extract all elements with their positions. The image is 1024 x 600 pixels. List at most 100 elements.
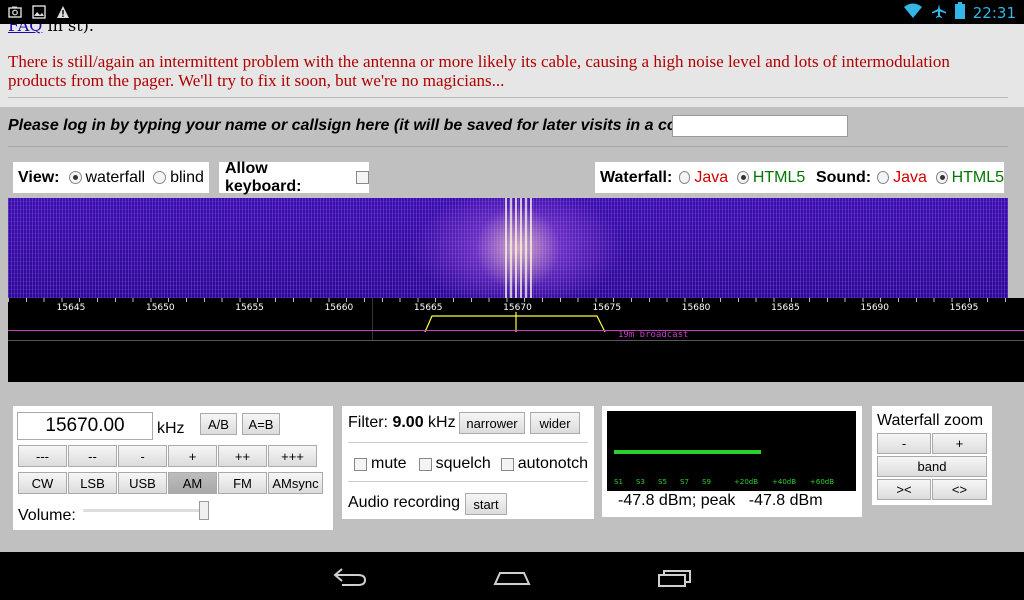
mode-am-button[interactable]: AM [168,472,217,494]
frequency-input[interactable]: 15670.00 [17,412,153,440]
step-down-3-button[interactable]: --- [18,445,67,467]
recent-apps-icon[interactable] [655,566,695,592]
s-meter-panel: S1 S3 S5 S7 S9 +20dB +40dB +60dB -47.8 d… [602,406,862,517]
image-icon [32,4,46,19]
scale-minor-ticks [8,298,1008,302]
audio-options: mute squelch autonotch [354,455,588,473]
s-meter-label-40db: +40dB [772,478,797,486]
keyboard-label: Allow keyboard: [225,159,302,195]
view-waterfall-label: waterfall [85,168,146,186]
waterfall-java-label: Java [694,168,729,186]
ab-button[interactable]: A/B [200,413,237,435]
battery-icon [954,2,965,23]
signal-readout: -47.8 dBm; peak -47.8 dBm [618,492,823,509]
s-meter-label-60db: +60dB [810,478,835,486]
keyboard-panel: Allow keyboard: [219,159,369,195]
antenna-notice: There is still/again an intermittent pro… [8,52,950,90]
render-panel: Waterfall: Java HTML5 Sound: Java HTML5 [595,162,1004,193]
back-icon[interactable] [330,566,370,592]
autonotch-checkbox[interactable] [500,457,514,471]
divider [348,442,588,443]
signal-carrier-lines [505,198,535,298]
sound-html5-radio[interactable] [935,171,948,184]
webpage: FAQ in st). There is still/again an inte… [0,24,1024,552]
zoom-in-button[interactable]: >< [877,479,931,500]
frequency-unit: kHz [157,420,185,437]
filter-value: 9.00 [392,414,424,431]
sound-java-radio[interactable] [877,171,890,184]
view-blind-label: blind [170,168,204,186]
callsign-input[interactable] [672,115,848,137]
volume-label: Volume: [18,507,76,524]
recording-start-button[interactable]: start [465,493,507,515]
step-down-1-button[interactable]: - [118,445,167,467]
view-panel: View: waterfall blind [13,162,209,193]
sound-render-label: Sound: [815,168,872,186]
step-up-3-button[interactable]: +++ [268,445,317,467]
screenshot-icon [8,4,22,18]
waterfall-display[interactable] [8,198,1008,298]
filter-label: Filter: [348,414,388,431]
divider [8,97,1008,98]
filter-narrower-button[interactable]: narrower [459,412,525,434]
a-equals-b-button[interactable]: A=B [242,413,280,435]
status-system-icons: 22:31 [903,2,1016,23]
status-bar: 22:31 [0,0,1024,24]
waterfall-html5-label: HTML5 [752,168,806,186]
squelch-checkbox[interactable] [418,457,432,471]
mode-lsb-button[interactable]: LSB [68,472,117,494]
band-marker-line [8,330,1024,331]
step-up-1-button[interactable]: + [168,445,217,467]
login-prompt: Please log in by typing your name or cal… [8,117,720,134]
faq-tail: in st). [42,24,94,35]
filter-readout: Filter: 9.00 kHz [348,414,456,432]
waterfall-html5-radio[interactable] [737,171,749,184]
s-meter-label-s7: S7 [680,478,689,486]
view-blind-radio[interactable] [153,171,167,184]
view-waterfall-radio[interactable] [68,171,82,184]
waterfall-render-label: Waterfall: [600,168,673,186]
s-meter-label-s9: S9 [702,478,711,486]
zoom-out-button[interactable]: <> [932,479,987,500]
s-meter-display: S1 S3 S5 S7 S9 +20dB +40dB +60dB [607,411,856,491]
keyboard-checkbox[interactable] [356,171,369,184]
divider [8,146,1008,147]
volume-slider-thumb[interactable] [199,501,209,520]
frequency-scale[interactable]: 15645 15650 15655 15660 15665 15670 15675 15680… [8,298,1024,382]
s-meter-bar [614,450,761,454]
clock: 22:31 [972,3,1016,22]
tuning-panel: 15670.00 kHz A/B A=B --- -- - + ++ +++ C… [13,406,333,530]
view-label: View: [18,168,60,186]
wifi-icon [903,3,923,23]
zoom-title: Waterfall zoom [877,412,984,429]
sound-html5-label: HTML5 [951,168,1005,186]
s-meter-label-s1: S1 [614,478,623,486]
zoom-minus-button[interactable]: - [877,433,931,454]
waterfall-java-radio[interactable] [678,171,691,184]
band-label: 19m broadcast [618,330,689,340]
home-icon[interactable] [492,566,532,592]
filter-wider-button[interactable]: wider [530,412,580,434]
s-meter-label-s5: S5 [658,478,667,486]
zoom-band-button[interactable]: band [877,456,987,477]
navigation-bar [0,552,1024,600]
step-up-2-button[interactable]: ++ [218,445,267,467]
squelch-label: squelch [435,455,491,472]
autonotch-label: autonotch [517,455,589,472]
zoom-plus-button[interactable]: + [932,433,987,454]
mode-usb-button[interactable]: USB [118,472,167,494]
volume-slider-track[interactable] [83,509,208,512]
sound-java-label: Java [893,168,927,186]
mode-amsync-button[interactable]: AMsync [268,472,323,494]
mode-cw-button[interactable]: CW [18,472,67,494]
mode-fm-button[interactable]: FM [218,472,267,494]
step-down-2-button[interactable]: -- [68,445,117,467]
s-meter-label-s3: S3 [636,478,645,486]
faq-line: FAQ in st). [8,24,94,35]
faq-link[interactable]: FAQ [8,24,42,35]
status-notification-icons [8,4,70,19]
filter-panel: Filter: 9.00 kHz narrower wider mute squ… [342,406,594,519]
warning-icon [56,4,70,18]
mute-checkbox[interactable] [354,457,367,471]
scale-bottom-line [8,340,1024,341]
